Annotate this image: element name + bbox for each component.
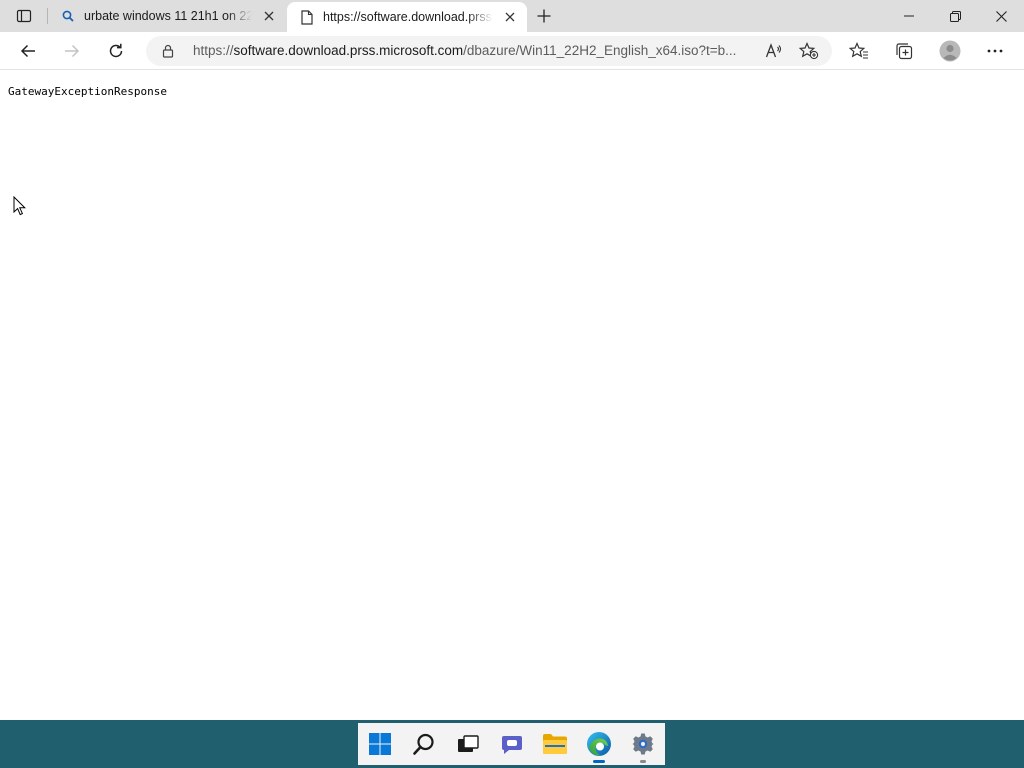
tab-title: urbate windows 11 21h1 on 22h2 xyxy=(84,9,252,23)
close-tab-button[interactable] xyxy=(258,5,280,27)
url-host: software.download.prss.microsoft.com xyxy=(233,43,464,58)
edge-button[interactable] xyxy=(577,723,621,765)
close-icon xyxy=(264,11,274,21)
close-window-button[interactable] xyxy=(978,0,1024,32)
favorites-button[interactable] xyxy=(843,35,875,67)
profile-button[interactable] xyxy=(934,35,966,67)
tab-search-results[interactable]: urbate windows 11 21h1 on 22h2 xyxy=(48,0,286,32)
refresh-icon xyxy=(109,43,123,58)
address-bar[interactable]: https://software.download.prss.microsoft… xyxy=(146,36,832,66)
taskbar-apps xyxy=(358,723,665,765)
chat-button[interactable] xyxy=(490,723,534,765)
lock-icon[interactable] xyxy=(160,43,176,59)
start-button[interactable] xyxy=(358,723,402,765)
read-aloud-icon[interactable] xyxy=(762,39,786,63)
edge-icon xyxy=(587,732,612,756)
page-content: GatewayExceptionResponse xyxy=(0,71,1024,720)
close-icon xyxy=(505,12,515,22)
arrow-left-icon xyxy=(20,44,35,58)
settings-button[interactable] xyxy=(621,723,665,765)
settings-and-more-button[interactable] xyxy=(979,35,1011,67)
minimize-icon xyxy=(904,15,914,17)
url-path: /dbazure/Win11_22H2_English_x64.iso?t=b.… xyxy=(463,43,737,58)
windows-start-icon xyxy=(368,733,391,755)
restore-icon xyxy=(949,10,961,22)
new-tab-button[interactable] xyxy=(531,4,557,28)
tab-actions-button[interactable] xyxy=(8,4,40,28)
add-favorite-icon[interactable] xyxy=(797,39,821,63)
arrow-right-icon xyxy=(65,44,80,58)
active-indicator xyxy=(593,760,606,763)
taskbar xyxy=(0,720,1024,768)
more-icon xyxy=(987,49,1003,53)
file-explorer-icon xyxy=(543,734,568,754)
page-icon xyxy=(299,9,315,25)
tab-actions-icon xyxy=(16,9,32,23)
forward-button[interactable] xyxy=(56,35,88,67)
settings-icon xyxy=(632,733,654,755)
refresh-button[interactable] xyxy=(100,35,132,67)
minimize-button[interactable] xyxy=(886,0,932,32)
browser-toolbar: https://software.download.prss.microsoft… xyxy=(0,32,1024,70)
teams-chat-icon xyxy=(501,736,522,754)
tab-download-page[interactable]: https://software.download.prss.microsoft… xyxy=(287,2,527,32)
running-indicator xyxy=(640,760,647,763)
avatar-icon xyxy=(939,40,961,62)
restore-button[interactable] xyxy=(932,0,978,32)
search-icon xyxy=(412,733,434,755)
plus-icon xyxy=(537,9,551,23)
url-scheme: https:// xyxy=(193,43,234,58)
back-button[interactable] xyxy=(12,35,44,67)
url-text[interactable]: https://software.download.prss.microsoft… xyxy=(193,43,753,58)
close-tab-button[interactable] xyxy=(499,6,521,28)
collections-icon xyxy=(896,43,913,60)
taskbar-search-button[interactable] xyxy=(402,723,446,765)
tab-title: https://software.download.prss.microsoft… xyxy=(323,10,493,24)
task-view-button[interactable] xyxy=(446,723,490,765)
collections-button[interactable] xyxy=(888,35,920,67)
response-text: GatewayExceptionResponse xyxy=(8,85,167,98)
title-bar: urbate windows 11 21h1 on 22h2 https://s… xyxy=(0,0,1024,32)
file-explorer-button[interactable] xyxy=(533,723,577,765)
mouse-cursor-icon xyxy=(13,196,27,216)
favorites-icon xyxy=(849,42,868,59)
close-icon xyxy=(995,10,1007,22)
search-icon xyxy=(60,8,76,24)
task-view-icon xyxy=(457,735,479,752)
